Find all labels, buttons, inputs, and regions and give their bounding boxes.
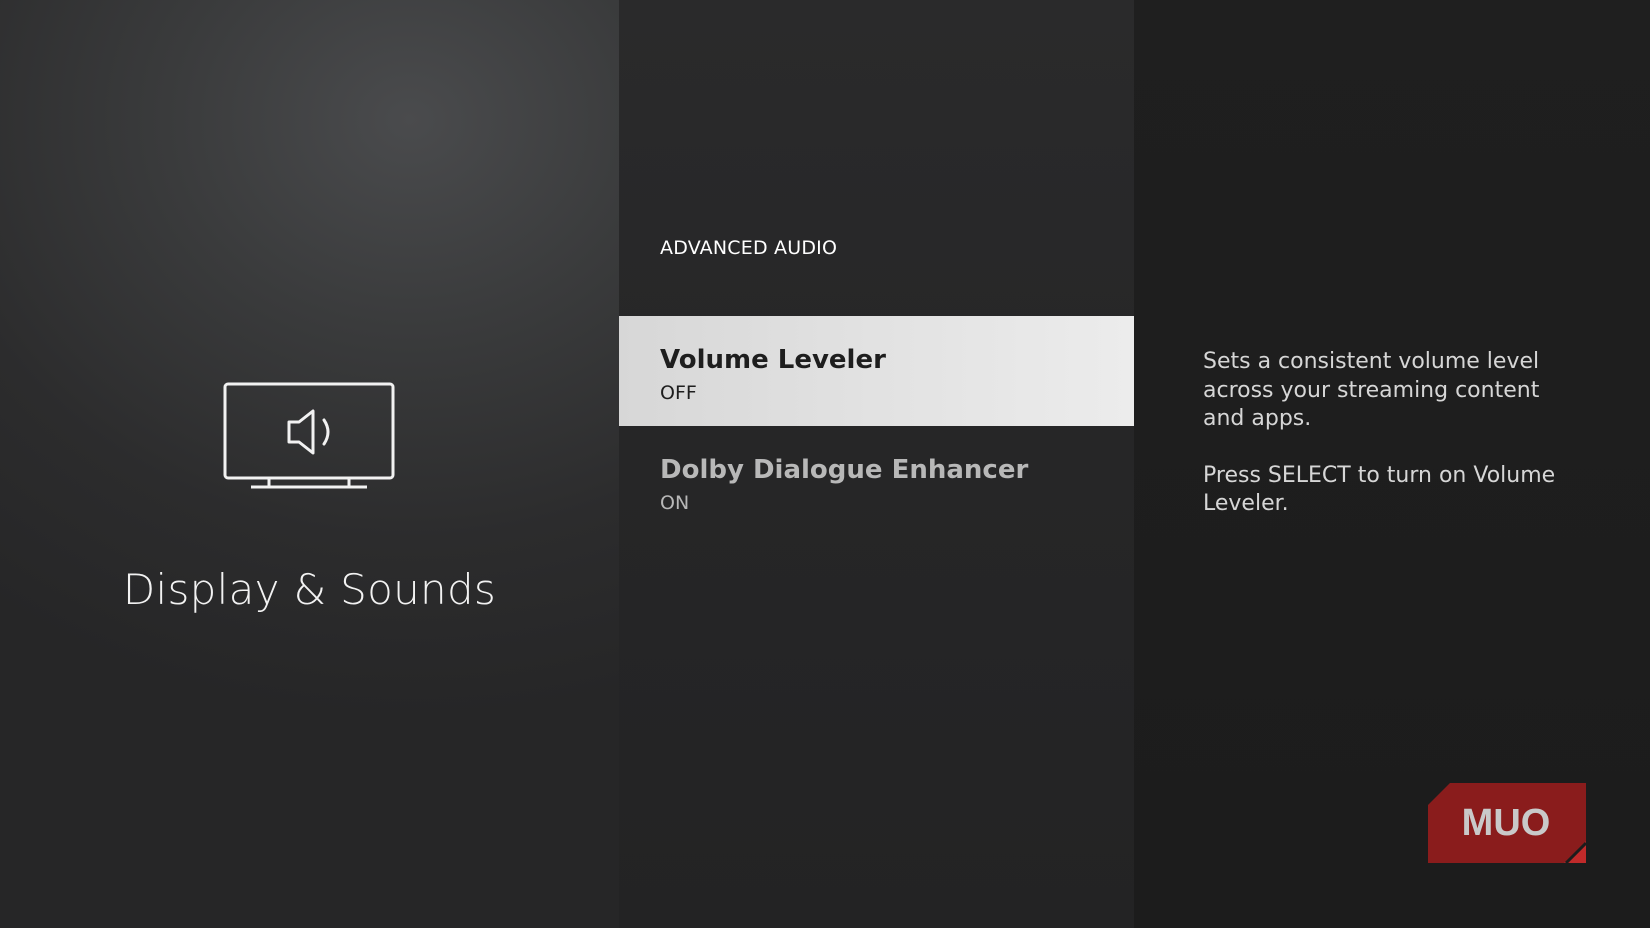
help-text-instruction: Press SELECT to turn on Volume Leveler. (1203, 462, 1556, 517)
help-description: Sets a consistent volume level across yo… (1203, 348, 1563, 547)
section-header: ADVANCED AUDIO (660, 237, 838, 259)
menu-panel: ADVANCED AUDIO Volume Leveler OFF Dolby … (619, 0, 1134, 928)
menu-item-value: OFF (660, 382, 697, 404)
muo-logo: MUO (1428, 783, 1586, 863)
muo-logo-text: MUO (1462, 802, 1551, 844)
category-title: Display & Sounds (122, 565, 497, 614)
category-panel: Display & Sounds (0, 0, 619, 928)
settings-screen: Display & Sounds ADVANCED AUDIO Volume L… (0, 0, 1650, 928)
menu-item-volume-leveler[interactable]: Volume Leveler OFF (619, 316, 1134, 426)
menu-item-label: Volume Leveler (660, 345, 886, 375)
menu-item-value: ON (660, 492, 690, 514)
menu-item-label: Dolby Dialogue Enhancer (660, 455, 1029, 485)
help-text-description: Sets a consistent volume level across yo… (1203, 349, 1540, 431)
tv-speaker-icon (223, 382, 395, 489)
menu-item-dolby-dialogue-enhancer[interactable]: Dolby Dialogue Enhancer ON (619, 426, 1134, 536)
help-panel: Sets a consistent volume level across yo… (1134, 0, 1650, 928)
